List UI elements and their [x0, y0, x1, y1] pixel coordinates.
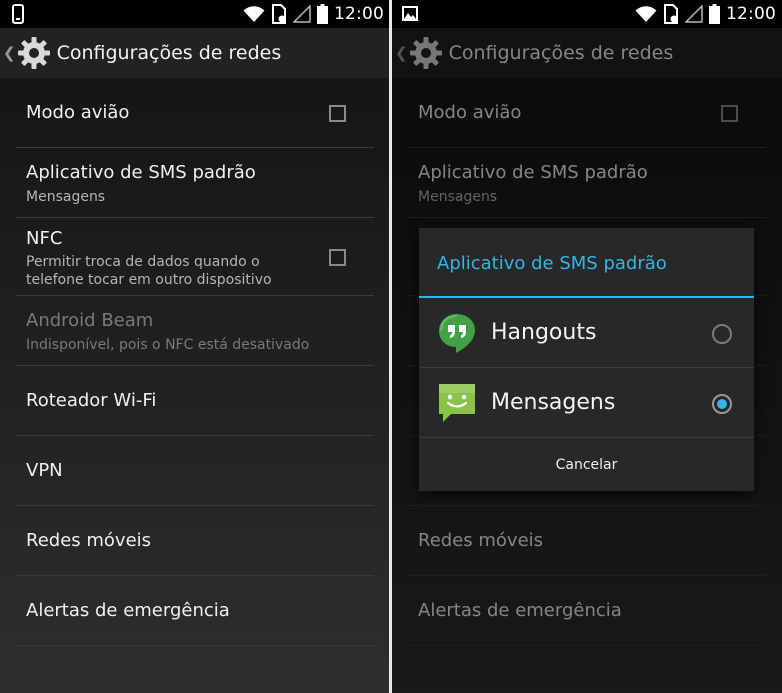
dialog-option-mensagens[interactable]: Mensagens — [419, 368, 754, 438]
settings-list: Modo avião Aplicativo de SMS padrão Mens… — [0, 78, 390, 646]
image-notification-icon — [402, 6, 418, 21]
setting-title: Modo avião — [26, 102, 130, 123]
setting-summary: telefone tocar em outro dispositivo — [26, 272, 272, 288]
setting-title: Aplicativo de SMS padrão — [26, 162, 256, 183]
setting-title: Redes móveis — [26, 530, 152, 551]
wifi-icon — [635, 6, 657, 22]
messaging-icon — [439, 384, 475, 422]
nfc-checkbox[interactable] — [329, 249, 346, 266]
up-caret-icon[interactable]: ❮ — [3, 44, 16, 62]
no-sim-icon — [664, 4, 678, 24]
setting-title: VPN — [26, 460, 63, 481]
radio-hangouts[interactable] — [712, 324, 732, 344]
setting-summary: Permitir troca de dados quando o — [26, 254, 260, 270]
action-bar: ❮ Configurações de redes — [0, 28, 390, 78]
battery-icon — [317, 4, 328, 24]
hangouts-icon — [439, 314, 475, 353]
status-clock: 12:00 — [726, 4, 776, 24]
option-label: Mensagens — [491, 390, 616, 415]
setting-title: Android Beam — [26, 310, 154, 331]
status-clock: 12:00 — [334, 4, 384, 24]
setting-summary: Mensagens — [26, 189, 106, 205]
phone-notification-icon — [12, 4, 24, 24]
sms-app-dialog: Aplicativo de SMS padrão Hangouts Mensag… — [419, 228, 754, 491]
setting-summary: Indisponível, pois o NFC está desativado — [26, 337, 310, 353]
option-label: Hangouts — [491, 320, 597, 345]
airplane-mode-checkbox[interactable] — [329, 105, 346, 122]
gear-icon[interactable] — [17, 36, 51, 70]
setting-emergency-alerts[interactable]: Alertas de emergência — [16, 576, 374, 646]
setting-airplane-mode[interactable]: Modo avião — [16, 78, 374, 148]
setting-title: Alertas de emergência — [26, 600, 230, 621]
status-bar: 12:00 — [0, 0, 390, 28]
signal-icon — [685, 5, 703, 23]
setting-vpn[interactable]: VPN — [16, 436, 374, 506]
dialog-option-hangouts[interactable]: Hangouts — [419, 298, 754, 368]
setting-nfc[interactable]: NFC Permitir troca de dados quando o tel… — [16, 218, 374, 296]
settings-screen-with-dialog: 12:00 ❮ Configurações de redes Modo aviã… — [392, 0, 782, 693]
battery-icon — [709, 4, 720, 24]
wifi-icon — [243, 6, 265, 22]
setting-wifi-hotspot[interactable]: Roteador Wi-Fi — [16, 366, 374, 436]
radio-mensagens[interactable] — [712, 394, 732, 414]
page-title: Configurações de redes — [56, 42, 282, 64]
signal-icon — [293, 5, 311, 23]
status-bar: 12:00 — [392, 0, 782, 28]
dialog-title: Aplicativo de SMS padrão — [437, 253, 667, 274]
setting-mobile-networks[interactable]: Redes móveis — [16, 506, 374, 576]
settings-screen: 12:00 ❮ Configurações de redes Modo aviã… — [0, 0, 390, 693]
setting-sms-default[interactable]: Aplicativo de SMS padrão Mensagens — [16, 148, 374, 218]
setting-title: NFC — [26, 228, 63, 249]
setting-android-beam: Android Beam Indisponível, pois o NFC es… — [16, 296, 374, 366]
no-sim-icon — [272, 4, 286, 24]
setting-title: Roteador Wi-Fi — [26, 390, 157, 411]
cancel-button[interactable]: Cancelar — [419, 439, 754, 491]
